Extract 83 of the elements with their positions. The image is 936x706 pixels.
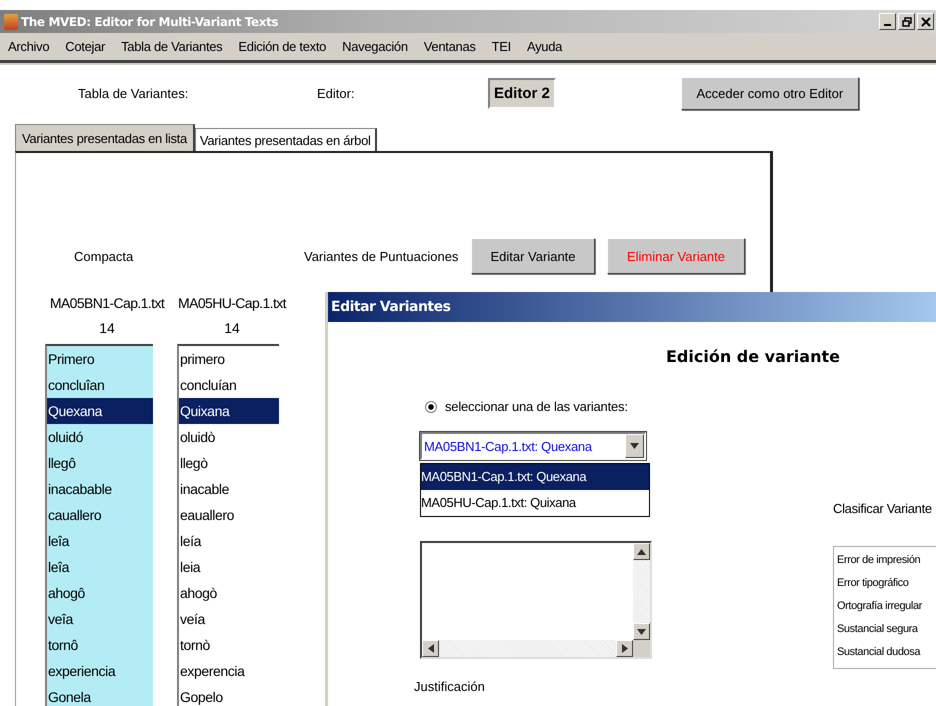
list-item[interactable]: concluían (179, 372, 279, 398)
menu-item[interactable]: Ventanas (424, 39, 476, 54)
app-icon (4, 14, 18, 30)
list-item[interactable]: Sustancial dudosa (837, 641, 936, 664)
list-item[interactable]: experiencia (47, 658, 153, 684)
tab[interactable]: Variantes presentadas en árbol (194, 128, 377, 151)
login-button[interactable]: Acceder como otro Editor (680, 76, 859, 110)
file-name: MA05HU-Cap.1.txt (178, 295, 286, 311)
maximize-button[interactable] (898, 13, 915, 30)
horizontal-scrollbar[interactable] (422, 640, 633, 657)
menu-item[interactable]: Ayuda (526, 39, 562, 54)
classify-label: Clasificar Variante (833, 501, 933, 516)
menu-item[interactable]: Edición de texto (238, 39, 326, 54)
list-item[interactable]: Quixana (179, 398, 279, 424)
punctuation-label: Variantes de Puntuaciones (304, 248, 460, 264)
left-arrow-icon (428, 644, 434, 653)
list-item[interactable]: inacable (179, 476, 279, 502)
list-item[interactable]: Ortografía irregular (837, 595, 936, 618)
list-item[interactable]: leía (179, 528, 279, 554)
list-item[interactable]: eauallero (179, 502, 279, 528)
dropdown-option[interactable]: MA05BN1-Cap.1.txt: Quexana (421, 464, 649, 490)
minimize-button[interactable] (879, 13, 896, 30)
edit-button[interactable]: Editar Variante (471, 238, 595, 274)
menu-item[interactable]: Navegación (342, 39, 408, 54)
radio-label: seleccionar una de las variantes: (445, 399, 628, 414)
list-item[interactable]: Gopelo (179, 684, 279, 706)
scroll-up-button[interactable] (633, 543, 650, 560)
menu-item[interactable]: Tabla de Variantes (121, 39, 222, 54)
dropdown-option[interactable]: MA05HU-Cap.1.txt: Quixana (421, 490, 649, 516)
list-item[interactable]: Gonela (47, 684, 153, 706)
list-item[interactable]: cauallero (47, 502, 153, 528)
mode-label: Compacta (74, 248, 134, 264)
list-item[interactable]: Error de impresión (837, 549, 936, 572)
list-item[interactable]: veîa (47, 606, 153, 632)
scroll-right-button[interactable] (616, 640, 633, 657)
list-item[interactable]: leîa (47, 528, 153, 554)
list-item[interactable]: llegô (47, 450, 153, 476)
menu-item[interactable]: Archivo (8, 39, 50, 54)
menu-item[interactable]: Cotejar (65, 39, 106, 54)
editor-label: Editor: (317, 86, 356, 100)
list-item[interactable]: veía (179, 606, 279, 632)
list-item[interactable]: leîa (47, 554, 153, 580)
dialog-title: Editar Variantes (328, 292, 936, 322)
list-item[interactable]: Primero (47, 346, 153, 372)
restore-icon (902, 16, 912, 26)
list-item[interactable]: Sustancial segura (837, 618, 936, 641)
minimize-icon (884, 24, 891, 26)
count: 14 (99, 320, 115, 336)
up-arrow-icon (637, 548, 646, 554)
editor-name: Editor 2 (488, 78, 556, 108)
vertical-scrollbar[interactable] (633, 543, 650, 640)
close-button[interactable] (917, 13, 934, 30)
right-arrow-icon (622, 644, 628, 653)
scrollbar-corner (633, 640, 650, 657)
list-item[interactable]: primero (179, 346, 279, 372)
scroll-down-button[interactable] (633, 623, 650, 640)
list-item[interactable]: Error tipográfico (837, 572, 936, 595)
justification-label: Justificación (414, 679, 486, 694)
list-item[interactable]: leia (179, 554, 279, 580)
list-item[interactable]: inacabable (47, 476, 153, 502)
list-item[interactable]: experencia (179, 658, 279, 684)
radio-button[interactable] (425, 400, 437, 412)
close-icon (920, 16, 930, 26)
count: 14 (224, 320, 240, 336)
scroll-left-button[interactable] (422, 640, 439, 657)
list-item[interactable]: ahogò (179, 580, 279, 606)
table-label: Tabla de Variantes: (78, 86, 190, 100)
file-name: MA05BN1-Cap.1.txt (50, 295, 164, 311)
list-item[interactable]: tornô (47, 632, 153, 658)
list-item[interactable]: llegò (179, 450, 279, 476)
menu-item[interactable]: TEI (492, 39, 511, 54)
list-item[interactable]: oluidò (179, 424, 279, 450)
variant-dropdown[interactable]: MA05BN1-Cap.1.txt: Quexana (420, 432, 646, 460)
dialog-heading: Edición de variante (665, 346, 841, 368)
list-item[interactable]: concluîan (47, 372, 153, 398)
tab[interactable]: Variantes presentadas en lista (15, 124, 195, 151)
list-item[interactable]: ahogô (47, 580, 153, 606)
window-title: The MVED: Editor for Multi-Variant Texts (21, 14, 278, 28)
down-arrow-icon (637, 628, 646, 634)
list-item[interactable]: Quexana (47, 398, 153, 424)
text-area[interactable] (420, 541, 652, 659)
list-item[interactable]: oluidó (47, 424, 153, 450)
list-item[interactable]: tornò (179, 632, 279, 658)
